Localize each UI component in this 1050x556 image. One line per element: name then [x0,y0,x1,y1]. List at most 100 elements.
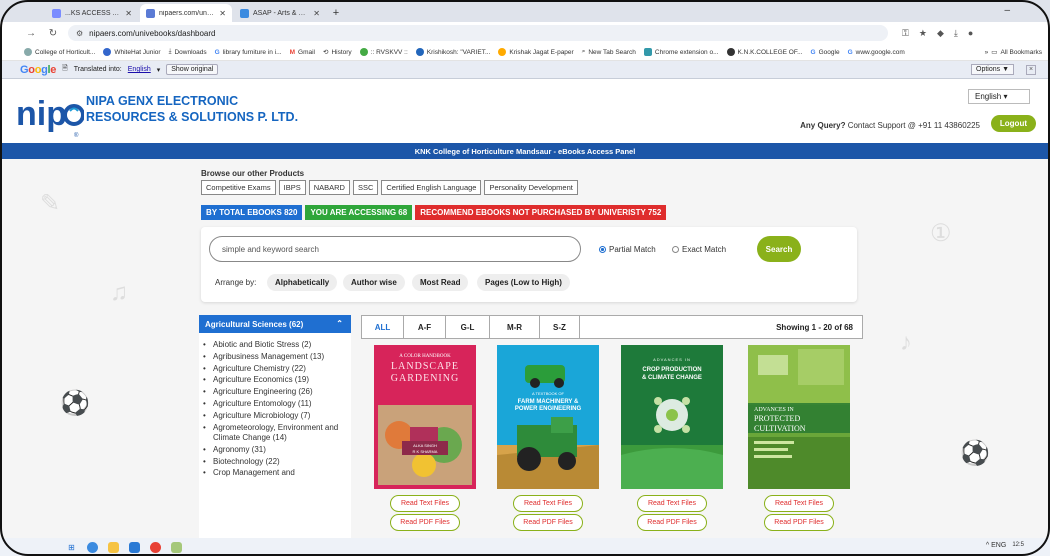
download-icon[interactable]: ⤓ [954,28,958,39]
app-icon[interactable] [171,541,182,553]
chrome-icon[interactable] [87,541,98,553]
category-heading[interactable]: Agricultural Sciences (62) ⌃ [199,315,351,333]
bookmark-item[interactable]: M Gmail [290,49,315,56]
total-ebooks-badge[interactable]: BY TOTAL EBOOKS 820 [201,205,303,220]
tab-g-l[interactable]: G-L [446,316,490,338]
key-icon[interactable]: ⚿ [902,28,909,39]
read-pdf-button[interactable]: Read PDF Files [637,514,707,531]
bookmark-item[interactable]: ⟲ History [323,48,352,57]
subcategory-item[interactable]: • Crop Management and [203,468,351,479]
book-cover[interactable]: ADVANCES IN PROTECTED CULTIVATION [748,345,850,489]
bookmark-item[interactable]: Gwww.google.com [848,49,905,56]
subcategory-item[interactable]: • Agronomy (31) [203,445,351,456]
subcategory-item[interactable]: • Agribusiness Management (13) [203,352,351,363]
bookmark-item[interactable]: College of Horticult... [24,48,95,56]
url-bar[interactable]: ⚙ nipaers.com/univebooks/dashboard [68,25,888,41]
arrange-alphabetically[interactable]: Alphabetically [267,274,338,291]
exact-match-radio[interactable]: Exact Match [672,245,726,254]
arrange-author-wise[interactable]: Author wise [343,274,405,291]
close-icon[interactable]: ✕ [125,9,132,18]
subcategory-item[interactable]: • Agriculture Economics (19) [203,375,351,386]
browser-tab-active[interactable]: nipaers.com/univebooks/dashb ✕ [140,4,232,22]
product-link[interactable]: NABARD [308,180,350,195]
file-explorer-icon[interactable] [108,541,119,553]
subcategory-item[interactable]: • Agriculture Microbiology (7) [203,411,351,422]
mail-icon[interactable] [129,541,140,553]
arrange-pages[interactable]: Pages (Low to High) [477,274,570,291]
site-info-icon[interactable]: ⚙ [76,29,83,38]
bookmark-item[interactable]: G Google [811,49,840,56]
browser-tab[interactable]: ASAP - Arts & Science Academ ✕ [234,4,326,22]
book-cover[interactable]: ADVANCES IN CROP PRODUCTION & CLIMATE CH… [621,345,723,489]
new-tab-button[interactable]: + [328,4,344,22]
minimize-icon[interactable]: – [1004,5,1010,16]
book-card[interactable]: A TEXTBOOK OF FARM MACHINERY & POWER ENG… [497,345,599,531]
read-pdf-button[interactable]: Read PDF Files [390,514,460,531]
bookmark-item[interactable]: Chrome extension o... [643,48,719,56]
product-link[interactable]: IBPS [278,180,306,195]
recommend-badge[interactable]: RECOMMEND EBOOKS NOT PURCHASED BY UNIVER… [415,205,667,220]
book-card[interactable]: ADVANCES IN CROP PRODUCTION & CLIMATE CH… [621,345,723,531]
book-cover[interactable]: A TEXTBOOK OF FARM MACHINERY & POWER ENG… [497,345,599,489]
bookmark-item[interactable]: :: RVSKVV :: [359,48,408,56]
subcategory-item[interactable]: • Agriculture Entomology (11) [203,399,351,410]
tab-all[interactable]: ALL [362,316,404,338]
bookmark-item[interactable]: ⤓ Downloads [169,48,207,56]
read-text-button[interactable]: Read Text Files [637,495,707,512]
all-bookmarks-button[interactable]: » ▭ All Bookmarks [985,48,1050,57]
product-link[interactable]: Certified English Language [381,180,482,195]
extension-icon[interactable]: ◆ [937,28,944,39]
reload-icon[interactable]: ↻ [46,28,60,39]
nipa-logo[interactable]: nip ® [14,91,84,139]
tab-a-f[interactable]: A-F [404,316,446,338]
close-icon[interactable]: × [1026,64,1036,75]
tray-status[interactable]: ^ ENG [986,542,1006,549]
product-link[interactable]: Competitive Exams [201,180,276,195]
arrange-most-read[interactable]: Most Read [412,274,469,291]
subcategory-item[interactable]: • Biotechnology (22) [203,457,351,468]
search-button[interactable]: Search [757,236,801,262]
product-link[interactable]: Personality Development [484,180,578,195]
read-pdf-button[interactable]: Read PDF Files [513,514,583,531]
read-pdf-button[interactable]: Read PDF Files [764,514,834,531]
more-bookmarks-icon[interactable]: » [985,49,989,56]
search-input[interactable]: simple and keyword search [209,236,581,262]
subcategory-item[interactable]: • Agriculture Engineering (26) [203,387,351,398]
subcategory-item[interactable]: • Agrometeorology, Environment and Climat… [203,423,351,444]
show-original-button[interactable]: Show original [166,64,219,75]
bookmark-item[interactable]: Krishikosh: "VARIET... [415,48,490,56]
bookmark-item[interactable]: WhiteHat Junior [103,48,161,56]
bookmark-item[interactable]: K.N.K.COLLEGE OF... [726,48,803,56]
translate-options-button[interactable]: Options ▼ [971,64,1014,75]
tab-m-r[interactable]: M-R [490,316,540,338]
language-select[interactable]: English ▾ [968,89,1030,104]
read-text-button[interactable]: Read Text Files [764,495,834,512]
clock[interactable]: 12:5 [1012,542,1024,549]
close-icon[interactable]: ✕ [313,9,320,18]
profile-icon[interactable]: ● [968,28,973,39]
accessing-badge[interactable]: YOU ARE ACCESSING 68 [305,205,413,220]
subcategory-item[interactable]: • Abiotic and Biotic Stress (2) [203,340,351,351]
translate-language-link[interactable]: English [128,66,151,73]
book-card[interactable]: ADVANCES IN PROTECTED CULTIVATION Read T… [748,345,850,531]
bookmark-item[interactable]: ⌕ New Tab Search [582,48,636,56]
logout-button[interactable]: Logout [990,115,1036,132]
forward-icon[interactable]: → [24,28,38,39]
bookmark-item[interactable]: Glibrary furniture in i... [215,49,282,56]
book-cover[interactable]: A COLOR HANDBOOK LANDSCAPE GARDENING ALK… [374,345,476,489]
product-link[interactable]: SSC [352,180,379,195]
chevron-up-icon[interactable]: ⌃ [336,319,343,328]
browser-icon[interactable] [150,541,161,553]
language-dropdown-icon[interactable]: ▾ [157,66,161,74]
browser-tab[interactable]: ...KS ACCESS ACTIVATED - ✕ [46,4,138,22]
tab-s-z[interactable]: S-Z [540,316,580,338]
read-text-button[interactable]: Read Text Files [513,495,583,512]
windows-start-icon[interactable]: ⊞ [66,542,77,553]
close-icon[interactable]: ✕ [219,9,226,18]
subcategory-item[interactable]: • Agriculture Chemistry (22) [203,364,351,375]
bookmark-item[interactable]: Krishak Jagat E-paper [498,48,574,56]
read-text-button[interactable]: Read Text Files [390,495,460,512]
star-icon[interactable]: ★ [919,28,927,39]
partial-match-radio[interactable]: Partial Match [599,245,656,254]
book-card[interactable]: A COLOR HANDBOOK LANDSCAPE GARDENING ALK… [374,345,476,531]
